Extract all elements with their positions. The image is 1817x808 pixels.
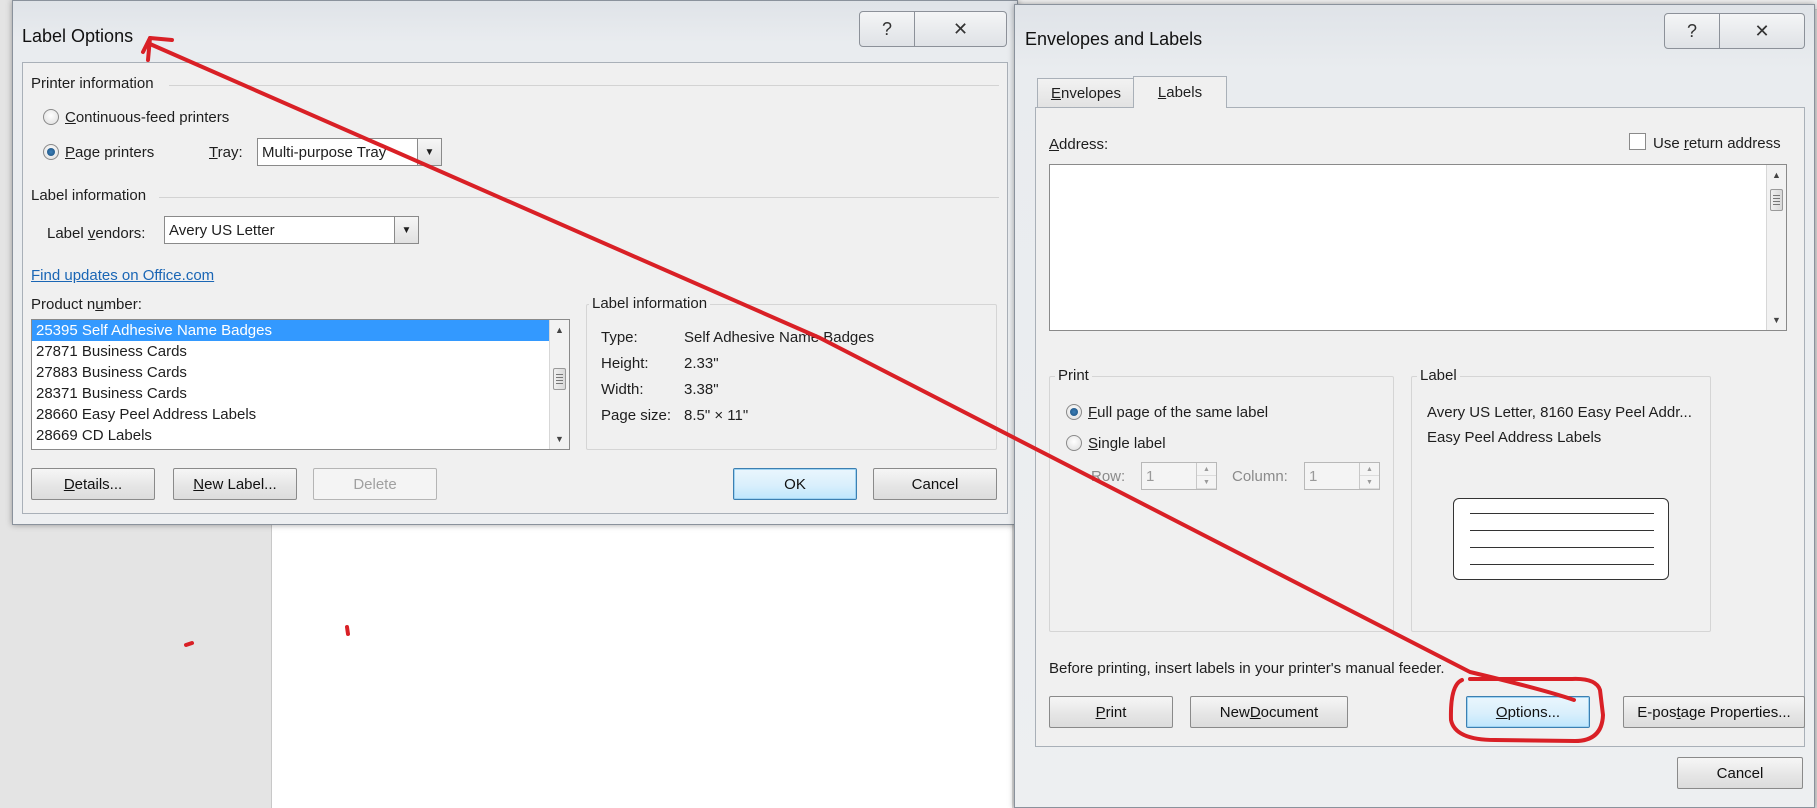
annotation-mark bbox=[345, 625, 350, 636]
tab-labels[interactable]: Labels bbox=[1133, 76, 1227, 108]
annotation-arrow-line bbox=[148, 42, 1576, 702]
annotation-overlay bbox=[141, 36, 1605, 743]
annotation-mark bbox=[184, 641, 194, 647]
annotation-arrowhead-tip bbox=[146, 36, 152, 62]
